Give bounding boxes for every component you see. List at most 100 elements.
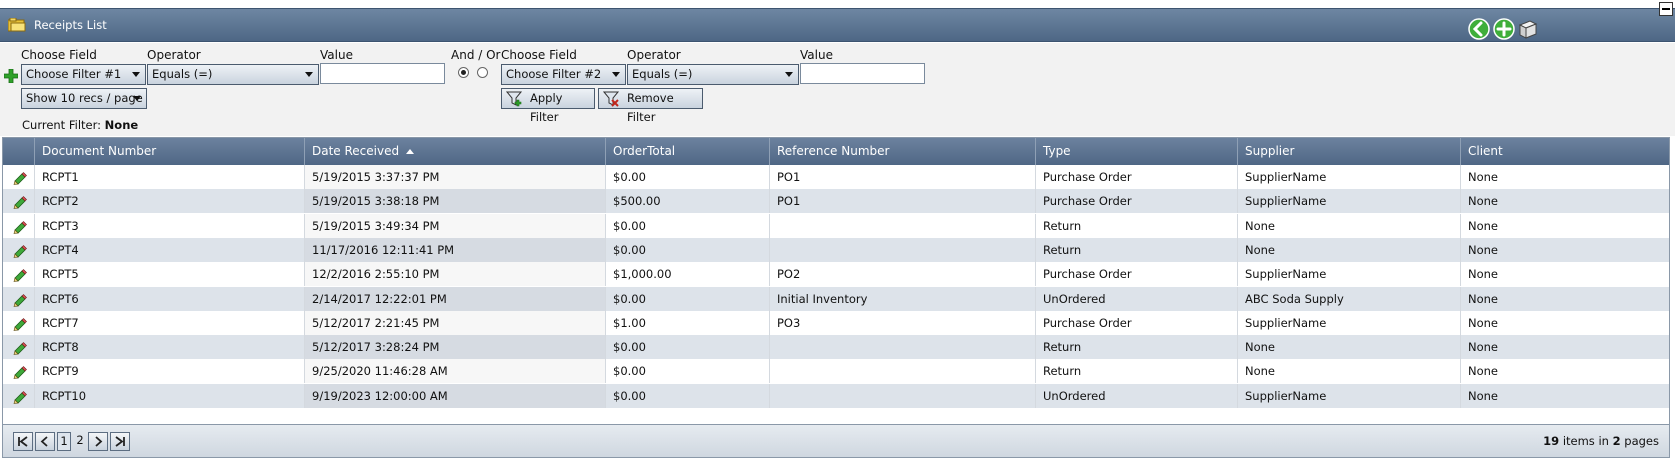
table-row[interactable]: RCPT5 12/2/2016 2:55:10 PM $1,000.00 PO2 Pur… <box>3 262 1669 287</box>
edit-row-button[interactable] <box>3 262 37 286</box>
filter2-field-select[interactable]: Choose Filter #2 <box>501 64 626 85</box>
header-date-received[interactable]: Date Received <box>304 138 605 165</box>
reference-number-cell <box>769 213 1035 238</box>
type-cell: UnOrdered <box>1035 383 1237 408</box>
edit-row-button[interactable] <box>3 165 37 189</box>
pencil-icon <box>13 196 27 210</box>
reference-number-cell: Initial Inventory <box>769 286 1035 311</box>
pencil-icon <box>13 269 27 283</box>
date-received-cell: 12/2/2016 2:55:10 PM <box>304 262 605 287</box>
document-number-cell: RCPT2 <box>34 189 304 214</box>
and-radio[interactable] <box>458 67 469 78</box>
order-total-cell: $0.00 <box>605 359 769 384</box>
filter1-field-select[interactable]: Choose Filter #1 <box>21 64 146 85</box>
next-page-button[interactable] <box>88 432 108 451</box>
add-icon[interactable] <box>1493 18 1515 40</box>
order-total-cell: $1,000.00 <box>605 262 769 287</box>
remove-filter-label: Remove Filter <box>627 91 674 124</box>
header-client[interactable]: Client <box>1460 138 1669 165</box>
order-total-cell: $1.00 <box>605 310 769 335</box>
filter2-operator-select[interactable]: Equals (=) <box>627 64 799 85</box>
filter1-value-input[interactable] <box>320 63 445 84</box>
apply-filter-button[interactable]: Apply Filter <box>501 88 595 124</box>
value-label-1: Value <box>320 48 353 62</box>
edit-row-button[interactable] <box>3 384 37 408</box>
or-radio[interactable] <box>477 67 488 78</box>
edit-row-button[interactable] <box>3 287 37 311</box>
edit-row-button[interactable] <box>3 359 37 383</box>
edit-row-button[interactable] <box>3 214 37 238</box>
order-total-cell: $500.00 <box>605 189 769 214</box>
choose-field-label-2: Choose Field <box>501 48 577 62</box>
edit-row-button[interactable] <box>3 311 37 335</box>
table-row[interactable]: RCPT4 11/17/2016 12:11:41 PM $0.00 Return No… <box>3 237 1669 262</box>
page-1-link[interactable]: 1 <box>57 432 71 451</box>
date-received-cell: 5/19/2015 3:38:18 PM <box>304 189 605 214</box>
client-cell: None <box>1460 335 1669 360</box>
document-number-cell: RCPT7 <box>34 310 304 335</box>
supplier-cell: SupplierName <box>1237 383 1460 408</box>
supplier-cell: None <box>1237 237 1460 262</box>
edit-row-button[interactable] <box>3 189 37 213</box>
header-label: OrderTotal <box>613 144 676 158</box>
date-received-cell: 11/17/2016 12:11:41 PM <box>304 237 605 262</box>
date-received-cell: 5/19/2015 3:49:34 PM <box>304 213 605 238</box>
header-order-total[interactable]: OrderTotal <box>605 138 769 165</box>
last-page-icon <box>115 436 125 447</box>
remove-filter-button[interactable]: Remove Filter <box>598 88 703 124</box>
edit-row-button[interactable] <box>3 238 37 262</box>
header-document-number[interactable]: Document Number <box>34 138 304 165</box>
client-cell: None <box>1460 383 1669 408</box>
type-cell: Return <box>1035 335 1237 360</box>
table-row[interactable]: RCPT8 5/12/2017 3:28:24 PM $0.00 Return None… <box>3 335 1669 360</box>
filter1-operator-select[interactable]: Equals (=) <box>147 64 319 85</box>
first-page-button[interactable] <box>13 432 33 451</box>
page-size-select[interactable]: Show 10 recs / page <box>21 88 147 109</box>
type-cell: UnOrdered <box>1035 286 1237 311</box>
header-label: Date Received <box>312 144 400 158</box>
grid-header: Document Number Date Received OrderTotal… <box>3 138 1669 165</box>
reference-number-cell: PO1 <box>769 165 1035 189</box>
order-total-cell: $0.00 <box>605 335 769 360</box>
document-number-cell: RCPT3 <box>34 213 304 238</box>
chevron-down-icon <box>305 72 313 77</box>
previous-page-button[interactable] <box>35 432 55 451</box>
table-row[interactable]: RCPT2 5/19/2015 3:38:18 PM $500.00 PO1 Purch… <box>3 189 1669 214</box>
export-icon[interactable] <box>1517 18 1539 40</box>
window-title: Receipts List <box>34 18 107 32</box>
table-row[interactable]: RCPT10 9/19/2023 12:00:00 AM $0.00 UnOrdere… <box>3 383 1669 408</box>
back-icon[interactable] <box>1468 18 1490 40</box>
pages-count: 2 <box>1612 434 1621 448</box>
document-number-cell: RCPT10 <box>34 383 304 408</box>
first-page-icon <box>18 436 28 447</box>
header-type[interactable]: Type <box>1035 138 1237 165</box>
sort-ascending-icon <box>406 149 415 154</box>
supplier-cell: None <box>1237 335 1460 360</box>
supplier-cell: SupplierName <box>1237 310 1460 335</box>
supplier-cell: SupplierName <box>1237 189 1460 214</box>
choose-field-label-1: Choose Field <box>21 48 97 62</box>
table-row[interactable]: RCPT6 2/14/2017 12:22:01 PM $0.00 Initial I… <box>3 286 1669 311</box>
header-supplier[interactable]: Supplier <box>1237 138 1460 165</box>
table-row[interactable]: RCPT9 9/25/2020 11:46:28 AM $0.00 Return Non… <box>3 359 1669 384</box>
window-titlebar: Receipts List <box>0 2 1675 42</box>
edit-row-button[interactable] <box>3 335 37 359</box>
client-cell: None <box>1460 359 1669 384</box>
type-cell: Return <box>1035 213 1237 238</box>
type-cell: Purchase Order <box>1035 165 1237 189</box>
table-row[interactable]: RCPT7 5/12/2017 2:21:45 PM $1.00 PO3 Purchas… <box>3 310 1669 335</box>
table-row[interactable]: RCPT3 5/19/2015 3:49:34 PM $0.00 Return None… <box>3 213 1669 238</box>
pencil-icon <box>13 317 27 331</box>
client-cell: None <box>1460 286 1669 311</box>
reference-number-cell <box>769 383 1035 408</box>
header-edit-column <box>3 138 37 165</box>
page-2-link[interactable]: 2 <box>73 432 87 451</box>
table-row[interactable]: RCPT1 5/19/2015 3:37:37 PM $0.00 PO1 Purchas… <box>3 165 1669 189</box>
supplier-cell: SupplierName <box>1237 262 1460 287</box>
last-page-button[interactable] <box>110 432 130 451</box>
add-filter-icon[interactable] <box>4 69 18 83</box>
minimize-button[interactable] <box>1659 2 1673 16</box>
header-reference-number[interactable]: Reference Number <box>769 138 1035 165</box>
chevron-down-icon <box>133 96 141 101</box>
filter2-value-input[interactable] <box>800 63 925 84</box>
